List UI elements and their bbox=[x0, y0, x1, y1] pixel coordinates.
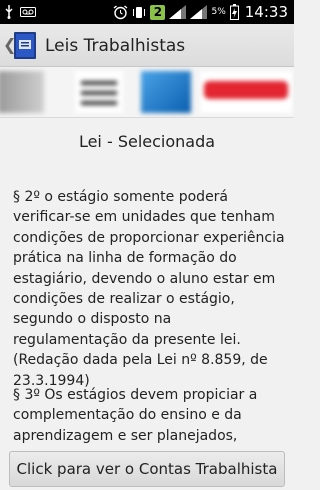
ad-image-3[interactable] bbox=[141, 71, 191, 113]
contas-trabalhista-button[interactable]: Click para ver o Contas Trabalhista bbox=[9, 451, 285, 487]
battery-percent: 5% bbox=[211, 7, 226, 17]
selected-law-title: Lei - Selecionada bbox=[78, 132, 216, 151]
law-paragraph-1: § 2º o estágio somente poderá verificar-… bbox=[13, 189, 285, 389]
vibrate-icon bbox=[132, 5, 146, 20]
ad-image-2[interactable] bbox=[75, 71, 123, 113]
status-bar: 2 5% 14:33 bbox=[0, 0, 294, 24]
ad-banner[interactable] bbox=[0, 67, 294, 118]
signal-icon-2 bbox=[190, 5, 208, 19]
notification-badge: 2 bbox=[150, 4, 166, 20]
alarm-icon bbox=[113, 4, 128, 20]
action-bar: ❮ Leis Trabalhistas bbox=[0, 24, 294, 67]
voicemail-icon bbox=[20, 7, 36, 17]
law-paragraph-2: § 3º Os estágios devem propiciar a compl… bbox=[13, 387, 258, 444]
ad-image-1[interactable] bbox=[0, 71, 44, 113]
app-title: Leis Trabalhistas bbox=[45, 36, 186, 56]
clock: 14:33 bbox=[244, 3, 288, 21]
battery-charging-icon bbox=[229, 4, 239, 20]
usb-icon bbox=[4, 5, 14, 19]
app-book-icon[interactable] bbox=[14, 32, 36, 59]
signal-icon bbox=[169, 5, 187, 19]
ad-image-4[interactable] bbox=[200, 71, 292, 113]
